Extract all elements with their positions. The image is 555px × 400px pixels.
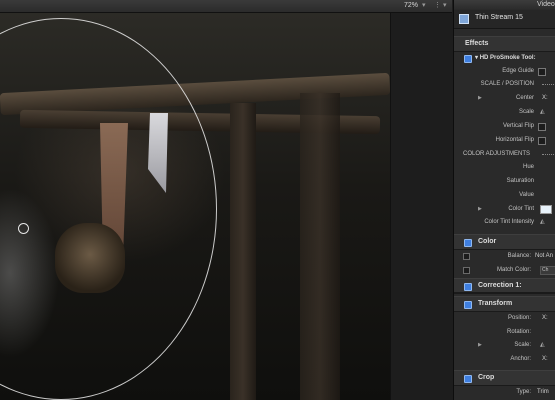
balance-value[interactable]: Not An (535, 249, 553, 263)
anchor-label: Anchor: (510, 356, 531, 362)
scale-label: Scale (518, 109, 534, 115)
color-section-title: Color (478, 238, 497, 245)
edge-guide-row: Edge Guide (454, 64, 555, 78)
inspector-tabbar: Video (454, 0, 555, 9)
position-row: Position: X: (454, 311, 555, 325)
viewer-gutter (390, 13, 453, 400)
match-color-checkbox[interactable] (463, 267, 470, 274)
crop-type-value[interactable]: Trim (537, 385, 549, 399)
video-frame[interactable] (0, 13, 390, 400)
position-x[interactable]: X: (542, 311, 548, 325)
effects-label: Effects (465, 40, 489, 47)
color-tint-row: ▶ Color Tint (454, 202, 555, 216)
zoom-level[interactable]: 72% (404, 0, 418, 12)
value-row: Value (454, 188, 555, 202)
view-options-icon[interactable]: ⋮ (434, 0, 441, 12)
vertical-flip-checkbox[interactable] (538, 123, 546, 131)
scale-position-label: SCALE / POSITION (480, 81, 534, 87)
color-tint-swatch[interactable] (540, 205, 552, 214)
effect-enable-checkbox[interactable] (464, 55, 472, 63)
crop-section-title: Crop (478, 374, 495, 381)
view-options-dropdown-icon[interactable]: ▾ (443, 0, 447, 12)
anchor-x[interactable]: X: (542, 352, 548, 366)
value-label: Value (519, 192, 534, 198)
effects-header[interactable]: Effects (454, 36, 555, 52)
color-adjustments-label: COLOR ADJUSTMENTS (463, 151, 531, 157)
slider-thumb-icon[interactable]: ◭ (540, 338, 545, 352)
transform-section-header[interactable]: Transform (454, 296, 555, 312)
hue-label: Hue (522, 164, 534, 170)
transform-scale-label: Scale: (514, 342, 531, 348)
slider-thumb-icon[interactable]: ◭ (540, 105, 545, 119)
transform-scale-row: ▶ Scale: ◭ (454, 338, 555, 352)
center-label: Center (515, 95, 534, 101)
scene-post (230, 103, 256, 400)
color-section-header[interactable]: Color (454, 234, 555, 250)
crop-enable-checkbox[interactable] (464, 375, 472, 383)
scale-row: Scale ◭ (454, 105, 555, 119)
zoom-dropdown-icon[interactable]: ▾ (422, 0, 426, 12)
hue-row: Hue (454, 160, 555, 174)
position-label: Position: (507, 315, 531, 321)
transform-enable-checkbox[interactable] (464, 301, 472, 309)
clip-icon (459, 14, 469, 24)
vertical-flip-row: Vertical Flip (454, 119, 555, 133)
horizontal-flip-label: Horizontal Flip (495, 137, 534, 143)
anchor-row: Anchor: X: (454, 352, 555, 366)
inspector: Video Thin Stream 15 Effects ▾ HD ProSmo… (453, 0, 555, 400)
scene-post (300, 93, 340, 400)
horizontal-flip-checkbox[interactable] (538, 137, 546, 145)
slider-thumb-icon[interactable]: ◭ (540, 215, 545, 229)
vertical-flip-label: Vertical Flip (502, 123, 534, 129)
correction-section-title: Correction 1: (478, 282, 522, 289)
viewer: 72% ▾ ⋮ ▾ (0, 0, 453, 400)
match-color-label: Match Color: (496, 267, 531, 273)
clip-name: Thin Stream 15 (475, 14, 523, 21)
balance-label: Balance: (507, 253, 531, 259)
color-adjustments-row: COLOR ADJUSTMENTS (454, 147, 555, 161)
match-color-row: Match Color: Ch (454, 263, 555, 277)
crop-section-header[interactable]: Crop (454, 370, 555, 386)
disclosure-triangle-icon[interactable]: ▶ (478, 338, 482, 352)
color-tint-intensity-label: Color Tint Intensity (484, 219, 534, 225)
clip-header: Thin Stream 15 (454, 10, 555, 29)
balance-checkbox[interactable] (463, 253, 470, 260)
rotation-row: Rotation: (454, 325, 555, 339)
crop-type-row: Type: Trim (454, 385, 555, 399)
effect-name: ▾ HD ProSmoke Tool: (475, 55, 536, 61)
saturation-label: Saturation (506, 178, 534, 184)
separator-dots (542, 154, 555, 155)
color-tint-intensity-row: Color Tint Intensity ◭ (454, 215, 555, 229)
viewer-toolbar: 72% ▾ ⋮ ▾ (0, 0, 452, 13)
transform-section-title: Transform (478, 300, 513, 307)
match-color-button[interactable]: Ch (540, 266, 555, 275)
scale-position-row: SCALE / POSITION (454, 77, 555, 91)
edge-guide-label: Edge Guide (502, 68, 534, 74)
correction-enable-checkbox[interactable] (464, 283, 472, 291)
crop-type-label: Type: (516, 389, 531, 395)
divider (454, 292, 555, 293)
edge-guide-checkbox[interactable] (538, 68, 546, 76)
disclosure-triangle-icon[interactable]: ▶ (478, 202, 482, 216)
disclosure-triangle-icon[interactable]: ▶ (478, 91, 482, 105)
tab-video[interactable]: Video (537, 0, 555, 9)
separator-dots (542, 84, 555, 85)
color-tint-label: Color Tint (508, 206, 534, 212)
rotation-label: Rotation: (506, 329, 531, 335)
edge-guide-circle[interactable] (0, 18, 217, 400)
color-enable-checkbox[interactable] (464, 239, 472, 247)
horizontal-flip-row: Horizontal Flip (454, 133, 555, 147)
balance-row: Balance: Not An (454, 249, 555, 263)
effect-row[interactable]: ▾ HD ProSmoke Tool: (454, 51, 555, 65)
center-row: ▶ Center X: (454, 91, 555, 105)
center-handle-icon[interactable] (18, 223, 29, 234)
center-x[interactable]: X: (542, 91, 548, 105)
saturation-row: Saturation (454, 174, 555, 188)
